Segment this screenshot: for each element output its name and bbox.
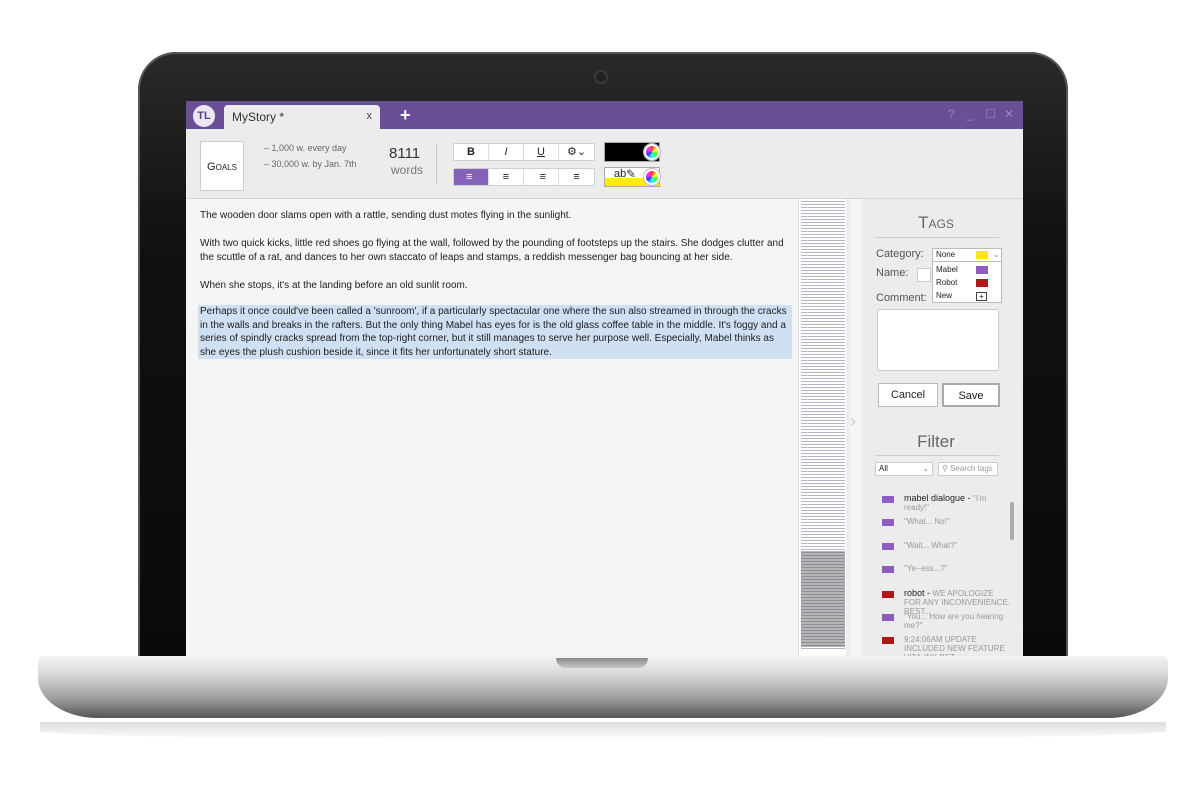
title-bar: TL MyStory * x + ? _ ☐ ✕	[186, 101, 1023, 129]
tag-color-swatch	[882, 496, 894, 503]
text-editor[interactable]: The wooden door slams open with a rattle…	[186, 199, 798, 656]
tag-entry-text: "Wait... What?"	[904, 541, 1012, 550]
maximize-icon[interactable]: ☐	[985, 107, 996, 121]
settings-dropdown-button[interactable]: ⚙⌄	[559, 144, 594, 160]
search-tags-input[interactable]: ⚲ Search tags	[938, 462, 998, 476]
tag-color-swatch	[882, 543, 894, 550]
italic-button[interactable]: I	[489, 144, 524, 160]
search-icon: ⚲	[942, 464, 948, 473]
tag-snippet: "What... No!"	[904, 517, 950, 526]
align-justify-button[interactable]: ≡	[559, 169, 594, 185]
minimap-viewport[interactable]	[801, 551, 845, 647]
goal-deadline: – 30,000 w. by Jan. 7th	[264, 159, 357, 169]
laptop-notch	[556, 658, 648, 668]
align-button-group: ≡ ≡ ≡ ≡	[453, 168, 595, 186]
document-tab[interactable]: MyStory * x	[224, 105, 380, 129]
filter-select[interactable]: All ⌄	[875, 462, 933, 476]
help-icon[interactable]: ?	[948, 107, 955, 121]
plus-icon[interactable]: +	[976, 292, 987, 301]
app-logo-icon: TL	[193, 105, 215, 127]
tag-snippet: "Ye--ess...?"	[904, 564, 948, 573]
filter-divider	[875, 455, 999, 456]
app-window: TL MyStory * x + ? _ ☐ ✕ Goals – 1,000 w…	[186, 101, 1023, 656]
document-minimap[interactable]	[798, 199, 850, 656]
editor-paragraph-selected[interactable]: Perhaps it once could've been called a '…	[198, 305, 792, 360]
name-field[interactable]	[917, 268, 931, 282]
tag-color-swatch	[882, 637, 894, 644]
category-dropdown-menu: Mabel Robot New +	[932, 261, 1002, 303]
toolbar: Goals – 1,000 w. every day – 30,000 w. b…	[186, 129, 1023, 226]
tag-entry-text: "What... No!"	[904, 517, 1012, 526]
highlight-label: ab	[614, 168, 627, 180]
tag-color-swatch	[882, 566, 894, 573]
name-label: Name:	[876, 267, 909, 279]
tag-color-swatch	[882, 614, 894, 621]
bold-button[interactable]: B	[454, 144, 489, 160]
minimize-icon[interactable]: _	[967, 107, 974, 121]
mabel-swatch	[976, 266, 988, 274]
laptop-reflection	[40, 722, 1166, 740]
tag-snippet: "You... How are you hearing me?"	[904, 612, 1004, 630]
tag-list-scrollbar[interactable]	[1010, 502, 1014, 540]
underline-button[interactable]: U	[524, 144, 559, 160]
category-option-new[interactable]: New	[936, 291, 952, 300]
marker-icon: ✎	[626, 167, 637, 181]
category-label: Category:	[876, 248, 924, 260]
tag-snippet: 9:24:06AM UPDATE INCLUDED NEW FEATURE VI…	[904, 635, 1005, 656]
goal-daily: – 1,000 w. every day	[264, 143, 347, 153]
tags-heading: Tags	[918, 213, 954, 232]
editor-paragraph[interactable]: With two quick kicks, little red shoes g…	[200, 237, 794, 264]
word-count: 8111	[389, 145, 421, 162]
search-placeholder: Search tags	[950, 464, 993, 473]
filter-select-value: All	[879, 464, 888, 473]
editor-paragraph[interactable]: The wooden door slams open with a rattle…	[200, 209, 794, 223]
align-left-button[interactable]: ≡	[454, 169, 489, 185]
camera-icon	[594, 70, 608, 84]
category-option-mabel[interactable]: Mabel	[936, 265, 958, 274]
tag-entry-text: "Ye--ess...?"	[904, 564, 1012, 573]
laptop-mockup: TL MyStory * x + ? _ ☐ ✕ Goals – 1,000 w…	[0, 0, 1200, 800]
tag-entry-text: mabel dialogue - "I'm ready!"	[904, 493, 1012, 513]
align-right-button[interactable]: ≡	[524, 169, 559, 185]
save-button[interactable]: Save	[942, 383, 1000, 407]
format-button-group: B I U ⚙⌄	[453, 143, 595, 161]
add-tab-button[interactable]: +	[400, 105, 411, 126]
tag-color-swatch	[882, 591, 894, 598]
category-selected-swatch	[976, 251, 988, 259]
category-selected: None	[936, 250, 956, 259]
chevron-down-icon: ⌄	[922, 464, 929, 473]
tag-entry-text: "You... How are you hearing me?"	[904, 612, 1012, 630]
toolbar-divider	[436, 143, 437, 185]
category-option-robot[interactable]: Robot	[936, 278, 957, 287]
tab-title: MyStory *	[232, 110, 285, 124]
category-dropdown[interactable]: None ⌄	[932, 248, 1002, 262]
tag-separator: -	[965, 493, 974, 503]
text-color-wheel-icon[interactable]	[644, 144, 660, 160]
tag-name: mabel dialogue	[904, 493, 966, 503]
tag-snippet: "Wait... What?"	[904, 541, 958, 550]
comment-textarea[interactable]	[877, 309, 999, 371]
tag-separator: -	[924, 588, 933, 598]
tag-name: robot	[904, 588, 925, 598]
word-count-unit: words	[391, 163, 424, 177]
close-tab-icon[interactable]: x	[367, 110, 373, 122]
filter-heading: Filter	[917, 432, 955, 451]
cancel-button[interactable]: Cancel	[878, 383, 938, 407]
robot-swatch	[976, 279, 988, 287]
goals-button[interactable]: Goals	[200, 141, 244, 191]
tag-entry-text: 9:24:06AM UPDATE INCLUDED NEW FEATURE VI…	[904, 635, 1012, 656]
align-center-button[interactable]: ≡	[489, 169, 524, 185]
editor-paragraph[interactable]: When she stops, it's at the landing befo…	[200, 279, 794, 293]
tags-divider	[875, 237, 999, 238]
chevron-right-icon[interactable]: ›	[850, 411, 856, 432]
close-window-icon[interactable]: ✕	[1004, 107, 1014, 121]
chevron-down-icon: ⌄	[993, 250, 1000, 259]
tag-color-swatch	[882, 519, 894, 526]
comment-label: Comment:	[876, 292, 927, 304]
highlight-color-wheel-icon[interactable]	[644, 169, 660, 185]
